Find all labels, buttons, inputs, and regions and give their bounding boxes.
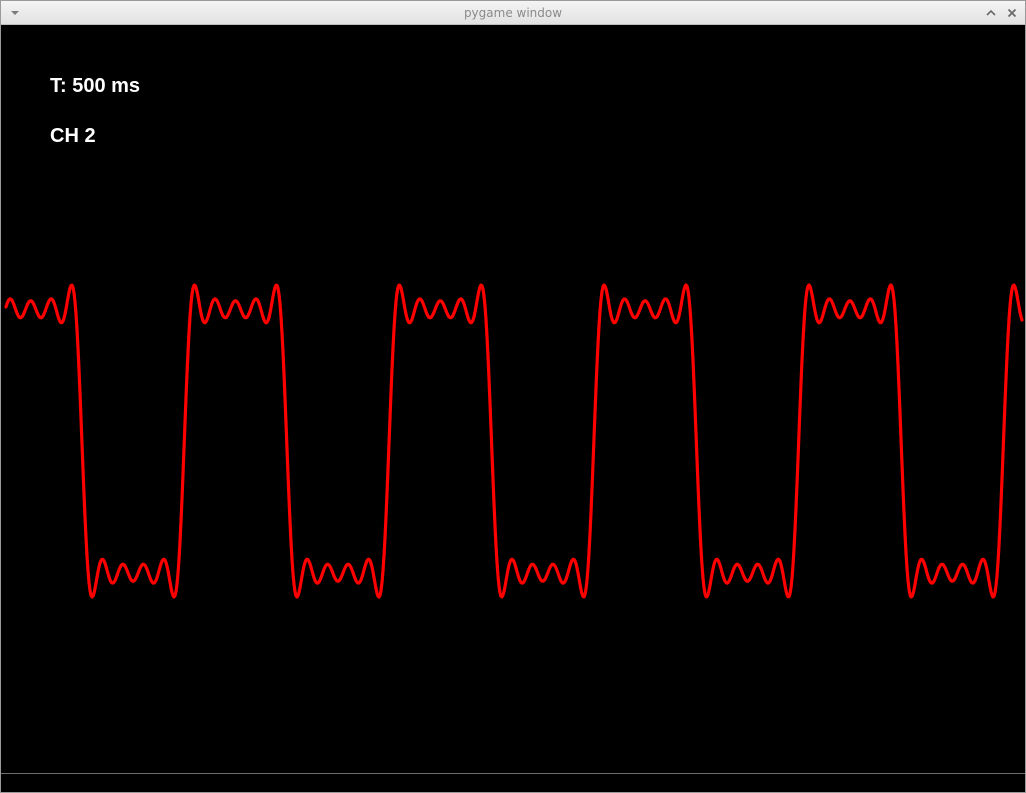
window-title: pygame window — [463, 6, 563, 20]
period-readout: T: 500 ms — [50, 75, 141, 97]
status-strip — [1, 773, 1025, 792]
maximize-button[interactable] — [985, 7, 997, 19]
waveform-trace — [4, 283, 1024, 599]
chevron-up-icon — [986, 9, 996, 16]
pygame-window: pygame window T: 500 ms CH 2 — [0, 0, 1026, 793]
waveform-plot — [4, 283, 1024, 599]
close-icon — [1007, 8, 1017, 18]
title-bar[interactable]: pygame window — [1, 1, 1025, 25]
close-button[interactable] — [1006, 7, 1018, 19]
oscilloscope-canvas: T: 500 ms CH 2 — [1, 25, 1025, 773]
channel-readout: CH 2 — [50, 125, 96, 147]
